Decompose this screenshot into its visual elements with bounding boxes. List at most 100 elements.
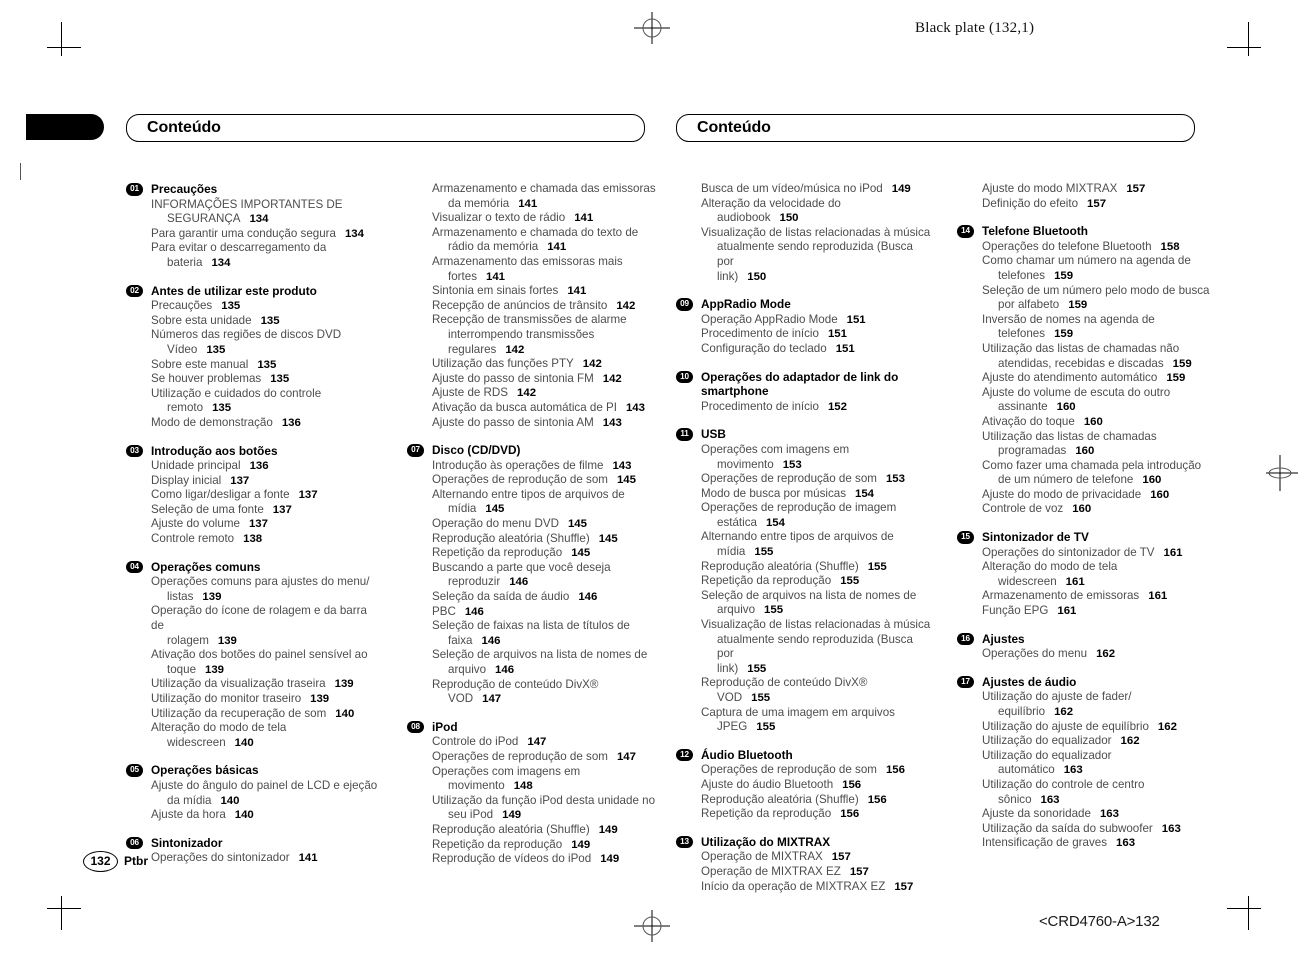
toc-entry[interactable]: Utilização do ajuste de fader/equilíbrio…: [957, 690, 1213, 719]
toc-entry[interactable]: Seleção da saída de áudio 146: [407, 590, 663, 605]
toc-entry[interactable]: Precauções 135: [126, 299, 382, 314]
toc-section-heading[interactable]: 16 Ajustes: [957, 632, 1213, 647]
toc-entry[interactable]: Recepção de transmissões de alarme interr…: [407, 313, 663, 357]
toc-section-heading[interactable]: 06 Sintonizador: [126, 836, 382, 851]
toc-entry[interactable]: Repetição da reprodução 155: [676, 574, 932, 589]
toc-entry[interactable]: Controle remoto 138: [126, 532, 382, 547]
toc-entry[interactable]: Operações com imagens em movimento 148: [407, 765, 663, 794]
toc-entry[interactable]: Procedimento de início 151: [676, 327, 932, 342]
toc-entry[interactable]: Operações de reprodução de imagem estátic…: [676, 501, 932, 530]
toc-entry[interactable]: Sobre esta unidade 135: [126, 314, 382, 329]
toc-entry[interactable]: Utilização do ajuste de equilíbrio 162: [957, 720, 1213, 735]
toc-entry[interactable]: Operações do sintonizador 141: [126, 851, 382, 866]
toc-entry[interactable]: Procedimento de início 152: [676, 400, 932, 415]
toc-entry[interactable]: Operações do menu 162: [957, 647, 1213, 662]
toc-entry[interactable]: Como fazer uma chamada pela introdução de…: [957, 459, 1213, 488]
toc-entry[interactable]: Armazenamento e chamada do texto de rádio…: [407, 226, 663, 255]
toc-entry[interactable]: Função EPG 161: [957, 604, 1213, 619]
toc-entry[interactable]: Ajuste do modo MIXTRAX 157: [957, 182, 1213, 197]
toc-entry[interactable]: Controle do iPod 147: [407, 735, 663, 750]
toc-entry[interactable]: Reprodução aleatória (Shuffle) 149: [407, 823, 663, 838]
toc-entry[interactable]: Utilização da visualização traseira 139: [126, 677, 382, 692]
toc-entry[interactable]: Utilização das funções PTY 142: [407, 357, 663, 372]
toc-entry[interactable]: Operações de reprodução de som 156: [676, 763, 932, 778]
toc-entry[interactable]: Reprodução de vídeos do iPod 149: [407, 852, 663, 867]
toc-entry[interactable]: Inversão de nomes na agenda de telefones 1…: [957, 313, 1213, 342]
toc-entry[interactable]: Alternando entre tipos de arquivos de míd…: [676, 530, 932, 559]
toc-entry[interactable]: Operações comuns para ajustes do menu/li…: [126, 575, 382, 604]
toc-entry[interactable]: Operações de reprodução de som 145: [407, 473, 663, 488]
toc-entry[interactable]: Reprodução aleatória (Shuffle) 145: [407, 532, 663, 547]
toc-entry[interactable]: Ajuste da sonoridade 163: [957, 807, 1213, 822]
toc-entry[interactable]: Armazenamento de emissoras 161: [957, 589, 1213, 604]
toc-entry[interactable]: Como chamar um número na agenda de telefo…: [957, 254, 1213, 283]
toc-entry[interactable]: Para garantir uma condução segura 134: [126, 227, 382, 242]
toc-entry[interactable]: Repetição da reprodução 145: [407, 546, 663, 561]
toc-entry[interactable]: Sintonia em sinais fortes 141: [407, 284, 663, 299]
toc-entry[interactable]: Operações do telefone Bluetooth 158: [957, 240, 1213, 255]
toc-entry[interactable]: Buscando a parte que você deseja reproduz…: [407, 561, 663, 590]
toc-entry[interactable]: Busca de um vídeo/música no iPod 149: [676, 182, 932, 197]
toc-entry[interactable]: Unidade principal 136: [126, 459, 382, 474]
toc-entry[interactable]: INFORMAÇÕES IMPORTANTES DE SEGURANÇA 134: [126, 198, 382, 227]
toc-entry[interactable]: Ajuste do áudio Bluetooth 156: [676, 778, 932, 793]
toc-entry[interactable]: Operações com imagens em movimento 153: [676, 443, 932, 472]
toc-entry[interactable]: Visualizar o texto de rádio 141: [407, 211, 663, 226]
toc-entry[interactable]: Reprodução aleatória (Shuffle) 155: [676, 560, 932, 575]
toc-entry[interactable]: Recepção de anúncios de trânsito 142: [407, 299, 663, 314]
toc-section-heading[interactable]: 07 Disco (CD/DVD): [407, 443, 663, 458]
toc-entry[interactable]: Reprodução aleatória (Shuffle) 156: [676, 793, 932, 808]
toc-entry[interactable]: Operação de MIXTRAX EZ 157: [676, 865, 932, 880]
toc-section-heading[interactable]: 08 iPod: [407, 720, 663, 735]
toc-entry[interactable]: Para evitar o descarregamento da bateria 1…: [126, 241, 382, 270]
toc-entry[interactable]: Ativação do toque 160: [957, 415, 1213, 430]
toc-entry[interactable]: Utilização do equalizador automático 163: [957, 749, 1213, 778]
toc-entry[interactable]: Seleção de uma fonte 137: [126, 503, 382, 518]
toc-entry[interactable]: Ajuste do modo de privacidade 160: [957, 488, 1213, 503]
toc-entry[interactable]: Operação do menu DVD 145: [407, 517, 663, 532]
toc-entry[interactable]: Visualização de listas relacionadas à mú…: [676, 226, 932, 284]
toc-entry[interactable]: Visualização de listas relacionadas à mú…: [676, 618, 932, 676]
toc-entry[interactable]: Ajuste do passo de sintonia AM 143: [407, 416, 663, 431]
toc-entry[interactable]: Alteração do modo de tela widescreen 161: [957, 560, 1213, 589]
toc-entry[interactable]: Operação de MIXTRAX 157: [676, 850, 932, 865]
toc-section-heading[interactable]: 17 Ajustes de áudio: [957, 675, 1213, 690]
toc-section-heading[interactable]: 02 Antes de utilizar este produto: [126, 284, 382, 299]
toc-entry[interactable]: Reprodução de conteúdo DivX® VOD 147: [407, 678, 663, 707]
toc-section-heading[interactable]: 14 Telefone Bluetooth: [957, 224, 1213, 239]
toc-entry[interactable]: Utilização e cuidados do controle remoto 1…: [126, 387, 382, 416]
toc-entry[interactable]: Operação do ícone de rolagem e da barra …: [126, 604, 382, 648]
toc-entry[interactable]: Repetição da reprodução 149: [407, 838, 663, 853]
toc-entry[interactable]: Ajuste do atendimento automático 159: [957, 371, 1213, 386]
toc-entry[interactable]: Utilização do controle de centro sônico 16…: [957, 778, 1213, 807]
toc-section-heading[interactable]: 15 Sintonizador de TV: [957, 530, 1213, 545]
toc-entry[interactable]: Alteração do modo de tela widescreen 140: [126, 721, 382, 750]
toc-entry[interactable]: Controle de voz 160: [957, 502, 1213, 517]
toc-entry[interactable]: Números das regiões de discos DVD Vídeo 13…: [126, 328, 382, 357]
toc-entry[interactable]: Alternando entre tipos de arquivos de míd…: [407, 488, 663, 517]
toc-entry[interactable]: Reprodução de conteúdo DivX® VOD 155: [676, 676, 932, 705]
toc-section-heading[interactable]: 03 Introdução aos botões: [126, 444, 382, 459]
toc-entry[interactable]: Armazenamento das emissoras mais fortes 14…: [407, 255, 663, 284]
toc-section-heading[interactable]: 05 Operações básicas: [126, 763, 382, 778]
toc-entry[interactable]: Modo de demonstração 136: [126, 416, 382, 431]
toc-section-heading[interactable]: 04 Operações comuns: [126, 560, 382, 575]
toc-entry[interactable]: Se houver problemas 135: [126, 372, 382, 387]
toc-entry[interactable]: Introdução às operações de filme 143: [407, 459, 663, 474]
toc-entry[interactable]: Definição do efeito 157: [957, 197, 1213, 212]
toc-entry[interactable]: Seleção de arquivos na lista de nomes de…: [676, 589, 932, 618]
toc-entry[interactable]: Utilização da saída do subwoofer 163: [957, 822, 1213, 837]
toc-entry[interactable]: Armazenamento e chamada das emissoras da …: [407, 182, 663, 211]
toc-entry[interactable]: Utilização das listas de chamadas program…: [957, 430, 1213, 459]
toc-entry[interactable]: Operações de reprodução de som 147: [407, 750, 663, 765]
toc-entry[interactable]: Configuração do teclado 151: [676, 342, 932, 357]
toc-entry[interactable]: Utilização do monitor traseiro 139: [126, 692, 382, 707]
toc-entry[interactable]: Ajuste do volume de escuta do outro assin…: [957, 386, 1213, 415]
toc-entry[interactable]: Ajuste do volume 137: [126, 517, 382, 532]
toc-entry[interactable]: Seleção de um número pelo modo de busca p…: [957, 284, 1213, 313]
toc-entry[interactable]: Ativação dos botões do painel sensível a…: [126, 648, 382, 677]
toc-entry[interactable]: Operação AppRadio Mode 151: [676, 313, 932, 328]
toc-entry[interactable]: Captura de uma imagem em arquivos JPEG 155: [676, 706, 932, 735]
toc-entry[interactable]: Utilização da função iPod desta unidade …: [407, 794, 663, 823]
toc-entry[interactable]: Utilização do equalizador 162: [957, 734, 1213, 749]
